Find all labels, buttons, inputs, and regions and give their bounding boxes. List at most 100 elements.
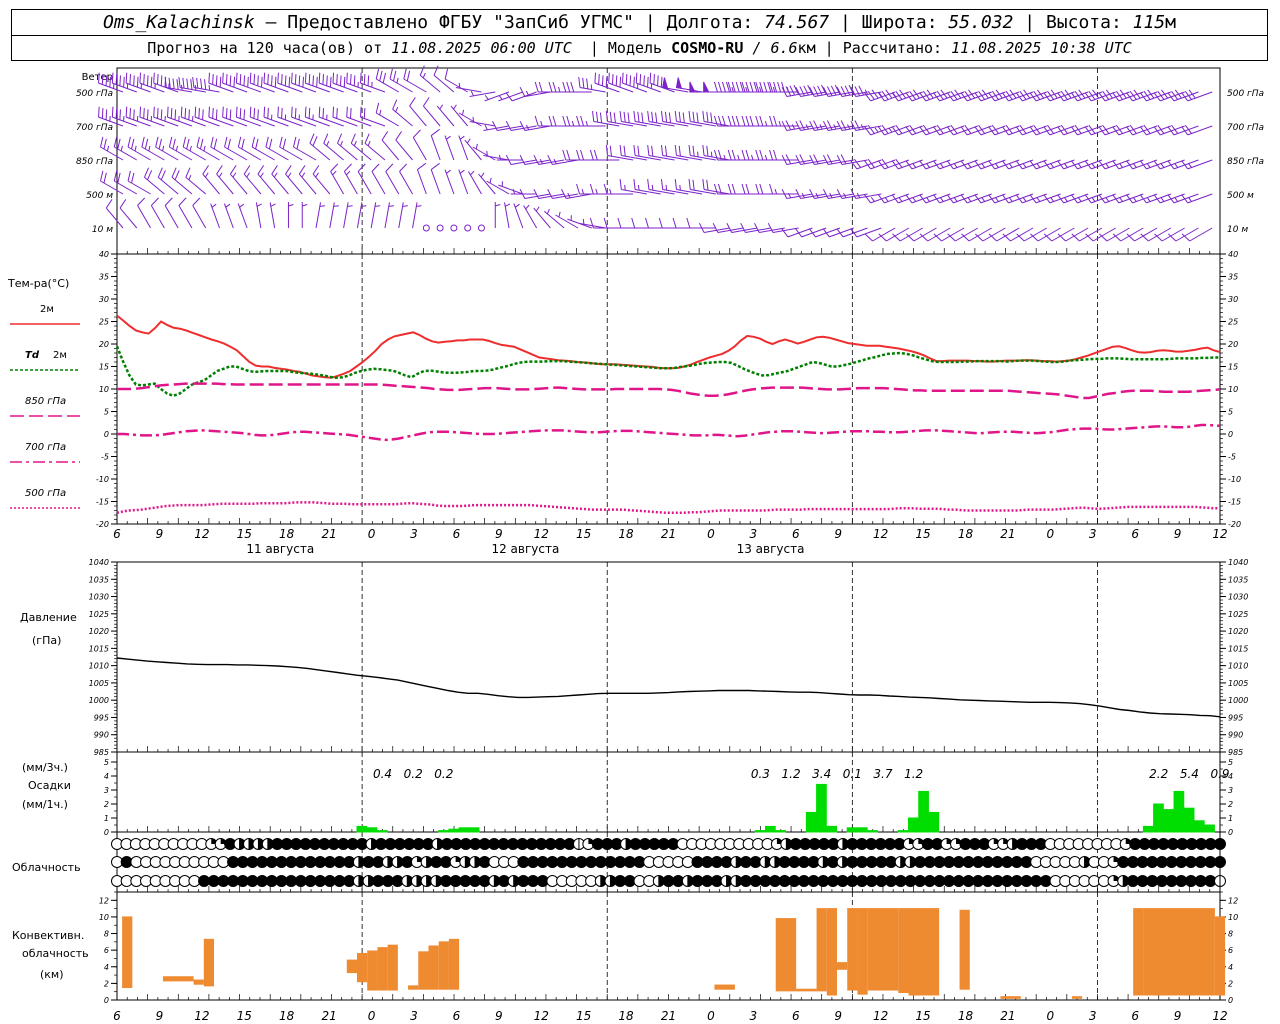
wind-barb [689,81,716,93]
barb-half [148,145,151,152]
convective-bar [1071,996,1083,999]
precip-3h-label: 1.2 [782,767,801,781]
barb-half [505,203,511,207]
wind-barb [605,145,634,161]
barb-full [109,76,111,88]
barb-half [953,197,958,202]
x-tick-label-bottom: 18 [958,1009,974,1023]
barb-full [678,145,681,157]
barb-full [444,68,449,80]
convective-bar [867,908,899,991]
barb-full [586,78,589,89]
barb-full [344,163,352,172]
pressure-axis-tick-label-left: 985 [94,748,109,757]
barb-full [589,217,594,229]
barb-full [241,138,245,150]
convective-axis-tick-label-right: 4 [1228,963,1233,972]
barb-half [1036,197,1041,202]
barb-half [710,151,713,157]
barb-full [257,75,259,86]
convective-bar [203,938,215,987]
wind-barb [444,135,455,161]
barb-full [143,74,145,85]
barb-flag [703,81,710,93]
barb-half [446,135,451,140]
barb-full [363,74,366,85]
barb-half [912,197,917,202]
barb-full [755,149,760,161]
barb-full [653,74,655,85]
barb-full [139,106,142,118]
barb-full [153,106,155,118]
wind-barb [229,165,248,195]
barb-half [745,86,748,93]
cloud-symbol [1214,856,1226,868]
wind-barb [455,82,482,93]
barb-half [512,188,516,195]
pressure-axis-tick-label-left: 990 [94,731,109,740]
barb-full [98,72,100,84]
date-label: 13 августа [737,542,805,556]
barb-shaft [423,105,441,127]
convective-axis-tick-label-left: 10 [99,913,109,922]
barb-full [576,183,581,195]
x-tick-label-bottom: 15 [576,1009,591,1023]
barb-half [1022,163,1027,168]
barb-full [702,145,705,156]
convective-bar [816,908,827,992]
precip-bar [376,830,388,833]
wind-barb [450,224,458,232]
temp-axis-tick-label-right: -20 [1228,520,1241,529]
barb-full [649,72,652,84]
convective-axis-tick-label-right: 12 [1228,896,1238,905]
barb-full [224,136,228,148]
pressure-axis-tick-label-left: 1030 [89,593,109,602]
barb-full [735,81,740,93]
convective-bar [908,908,940,996]
barb-full [127,136,131,148]
wind-barb [223,203,234,229]
barb-full [129,74,132,85]
precip-3h-label: 0.9 [1210,767,1229,781]
barb-half [651,184,654,191]
barb-full [611,74,614,85]
barb-full [864,233,873,242]
date-label: 11 августа [246,542,314,556]
barb-full [668,112,672,123]
temp-axis-tick-label-left: 40 [99,250,109,259]
precip-bar [458,827,470,833]
barb-half [232,172,237,178]
pressure-axis-tick-label-right: 1005 [1228,679,1248,688]
barb-full [534,81,539,93]
wind-barb [688,179,716,195]
barb-full [647,145,650,156]
barb-full [182,136,187,148]
barb-full [637,145,640,157]
barb-half [475,143,478,150]
wind-level-label-left: 700 гПа [76,123,113,133]
precip-bar [826,825,838,833]
wind-barb [392,99,413,127]
barb-full [296,138,300,150]
barb-half [624,184,626,191]
barb-full [180,106,183,118]
barb-full [623,145,626,157]
barb-full [360,72,362,84]
barb-half [218,172,223,178]
barb-half [939,197,944,202]
barb-shaft [178,205,193,229]
barb-full [647,76,649,88]
barb-full [213,138,218,150]
barb-full [603,183,608,195]
barb-full [392,99,398,110]
barb-half [287,172,292,178]
barb-full [593,149,598,161]
barb-half [953,163,958,168]
x-tick-label-bottom: 21 [321,1009,336,1023]
precip-bar [805,811,817,833]
barb-flag [689,81,696,93]
barb-full [608,72,610,84]
wind-barb [298,165,317,195]
barb-half [396,77,399,84]
barb-full [645,217,649,229]
